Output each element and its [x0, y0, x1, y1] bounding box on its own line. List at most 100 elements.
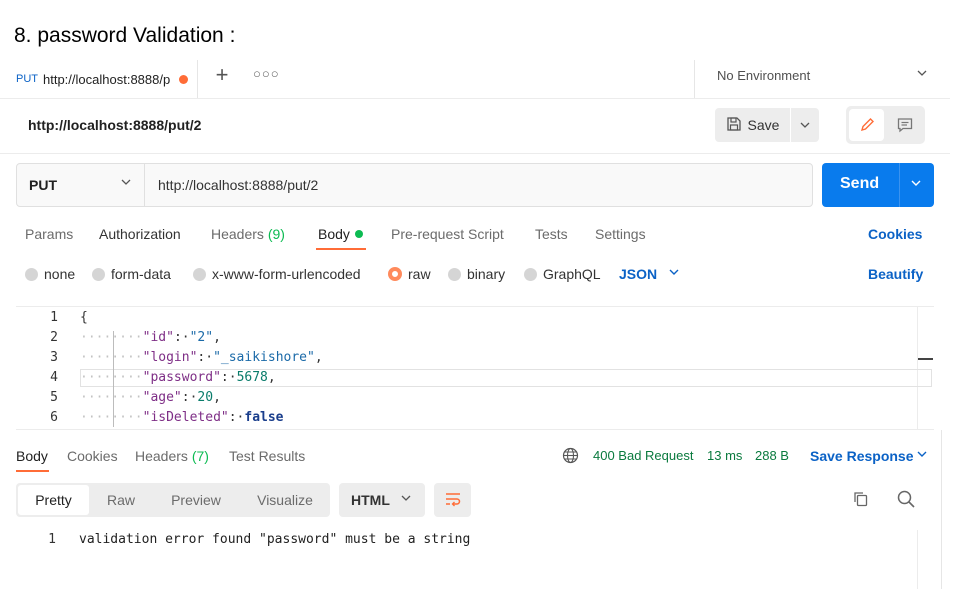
radio-icon [193, 267, 206, 281]
body-type-none[interactable]: none [25, 266, 75, 282]
json-key: "id" [142, 330, 174, 345]
response-scrollbar[interactable] [917, 530, 934, 589]
json-value: 5678 [236, 370, 268, 385]
chevron-down-icon[interactable] [916, 66, 928, 82]
environment-selector[interactable]: No Environment [717, 68, 810, 83]
response-tab-headers[interactable]: Headers (7) [135, 448, 209, 464]
response-line-number: 1 [48, 532, 56, 547]
radio-icon [524, 267, 537, 281]
code-line: { [80, 310, 88, 325]
json-key: "password" [142, 370, 221, 385]
beautify-link[interactable]: Beautify [868, 266, 923, 282]
body-type-label: none [44, 266, 76, 282]
response-tab-cookies[interactable]: Cookies [67, 448, 118, 464]
json-comma: , [314, 350, 323, 365]
request-tab[interactable]: PUT http://localhost:8888/p [10, 60, 198, 98]
code-brace: { [80, 310, 88, 325]
view-preview-button[interactable]: Preview [156, 483, 236, 517]
more-tabs-ellipsis-icon[interactable]: ○○○ [253, 66, 280, 81]
line-number: 1 [50, 310, 58, 325]
pane-right-border [941, 430, 942, 589]
header-divider [0, 153, 950, 154]
body-format-chevron-down-icon[interactable] [668, 266, 680, 281]
response-active-tab-underline [16, 470, 49, 472]
request-name[interactable]: http://localhost:8888/put/2 [28, 117, 201, 133]
body-format-dropdown[interactable]: JSON [619, 266, 657, 282]
radio-icon [92, 267, 105, 281]
line-number: 4 [50, 370, 58, 385]
view-visualize-button[interactable]: Visualize [244, 483, 326, 517]
code-line: ········"id":·"2", [80, 330, 221, 345]
json-value: false [244, 410, 284, 425]
response-tab-test-results[interactable]: Test Results [229, 448, 305, 464]
tab-title: http://localhost:8888/p [43, 71, 171, 87]
radio-icon [25, 267, 38, 281]
tab-headers[interactable]: Headers (9) [211, 226, 285, 242]
tab-authorization[interactable]: Authorization [99, 226, 181, 242]
save-button[interactable]: Save [715, 108, 790, 142]
method-chevron-down-icon[interactable] [120, 176, 132, 191]
body-type-label: form-data [111, 266, 171, 282]
body-type-raw[interactable]: raw [388, 266, 431, 282]
save-response-chevron-icon[interactable] [916, 448, 928, 463]
url-input[interactable]: http://localhost:8888/put/2 [158, 177, 318, 193]
tab-pre-request-script[interactable]: Pre-request Script [391, 226, 504, 242]
send-label: Send [840, 175, 880, 192]
json-key: "isDeleted" [142, 410, 229, 425]
response-format-dropdown[interactable]: HTML [339, 483, 425, 517]
unsaved-dot-icon [179, 74, 188, 84]
code-line: ········"password":·5678, [80, 370, 276, 385]
view-pretty-button[interactable]: Pretty [18, 485, 89, 515]
editor-scroll-marker [918, 358, 933, 360]
body-indicator-dot-icon [355, 230, 363, 238]
json-comma: , [213, 390, 221, 405]
view-raw-button[interactable]: Raw [92, 483, 150, 517]
editor-scrollbar[interactable] [917, 307, 933, 429]
status-badge[interactable]: 400 Bad Request [593, 448, 693, 463]
radio-icon [448, 267, 461, 281]
wrap-lines-button[interactable] [434, 483, 471, 517]
line-number: 3 [50, 350, 58, 365]
cookies-link[interactable]: Cookies [868, 226, 922, 242]
tabbar-divider [0, 98, 950, 99]
body-type-graphql[interactable]: GraphQL [524, 266, 601, 282]
tab-headers-count: (9) [267, 226, 285, 242]
response-size[interactable]: 288 B [755, 448, 789, 463]
save-options-chevron-icon[interactable] [791, 108, 819, 142]
save-label: Save [747, 117, 780, 133]
comment-icon[interactable] [888, 109, 922, 141]
response-time[interactable]: 13 ms [707, 448, 742, 463]
environment-divider [694, 60, 695, 98]
body-type-form-data[interactable]: form-data [92, 266, 171, 282]
tab-body[interactable]: Body [318, 226, 350, 242]
search-icon[interactable] [896, 489, 916, 512]
body-type-label: x-www-form-urlencoded [212, 266, 361, 282]
json-key: "age" [142, 390, 182, 405]
edit-pencil-icon[interactable] [849, 109, 884, 141]
response-tab-body[interactable]: Body [16, 448, 48, 464]
response-format-chevron-icon[interactable] [400, 492, 412, 507]
json-comma: , [267, 370, 276, 385]
body-type-urlencoded[interactable]: x-www-form-urlencoded [193, 266, 361, 282]
response-tab-headers-label: Headers [135, 448, 188, 464]
wrap-lines-icon [444, 491, 462, 510]
body-type-binary[interactable]: binary [448, 266, 505, 282]
body-type-label: raw [408, 266, 431, 282]
json-value: 20 [197, 390, 214, 405]
tab-tests[interactable]: Tests [535, 226, 568, 242]
copy-icon[interactable] [852, 490, 870, 511]
tab-settings[interactable]: Settings [595, 226, 646, 242]
globe-icon[interactable] [562, 447, 579, 467]
radio-selected-icon [388, 267, 402, 281]
code-line: ········"login":·"_saikishore", [80, 350, 323, 365]
line-number: 2 [50, 330, 58, 345]
body-type-label: GraphQL [543, 266, 601, 282]
save-response-button[interactable]: Save Response [810, 448, 914, 464]
new-tab-plus-icon[interactable]: + [212, 62, 232, 88]
send-divider [899, 163, 900, 207]
tab-headers-label: Headers [211, 226, 264, 242]
page-heading: 8. password Validation : [14, 24, 236, 47]
send-options-chevron-icon[interactable] [910, 177, 922, 192]
tab-params[interactable]: Params [25, 226, 73, 242]
line-number: 6 [50, 410, 58, 425]
